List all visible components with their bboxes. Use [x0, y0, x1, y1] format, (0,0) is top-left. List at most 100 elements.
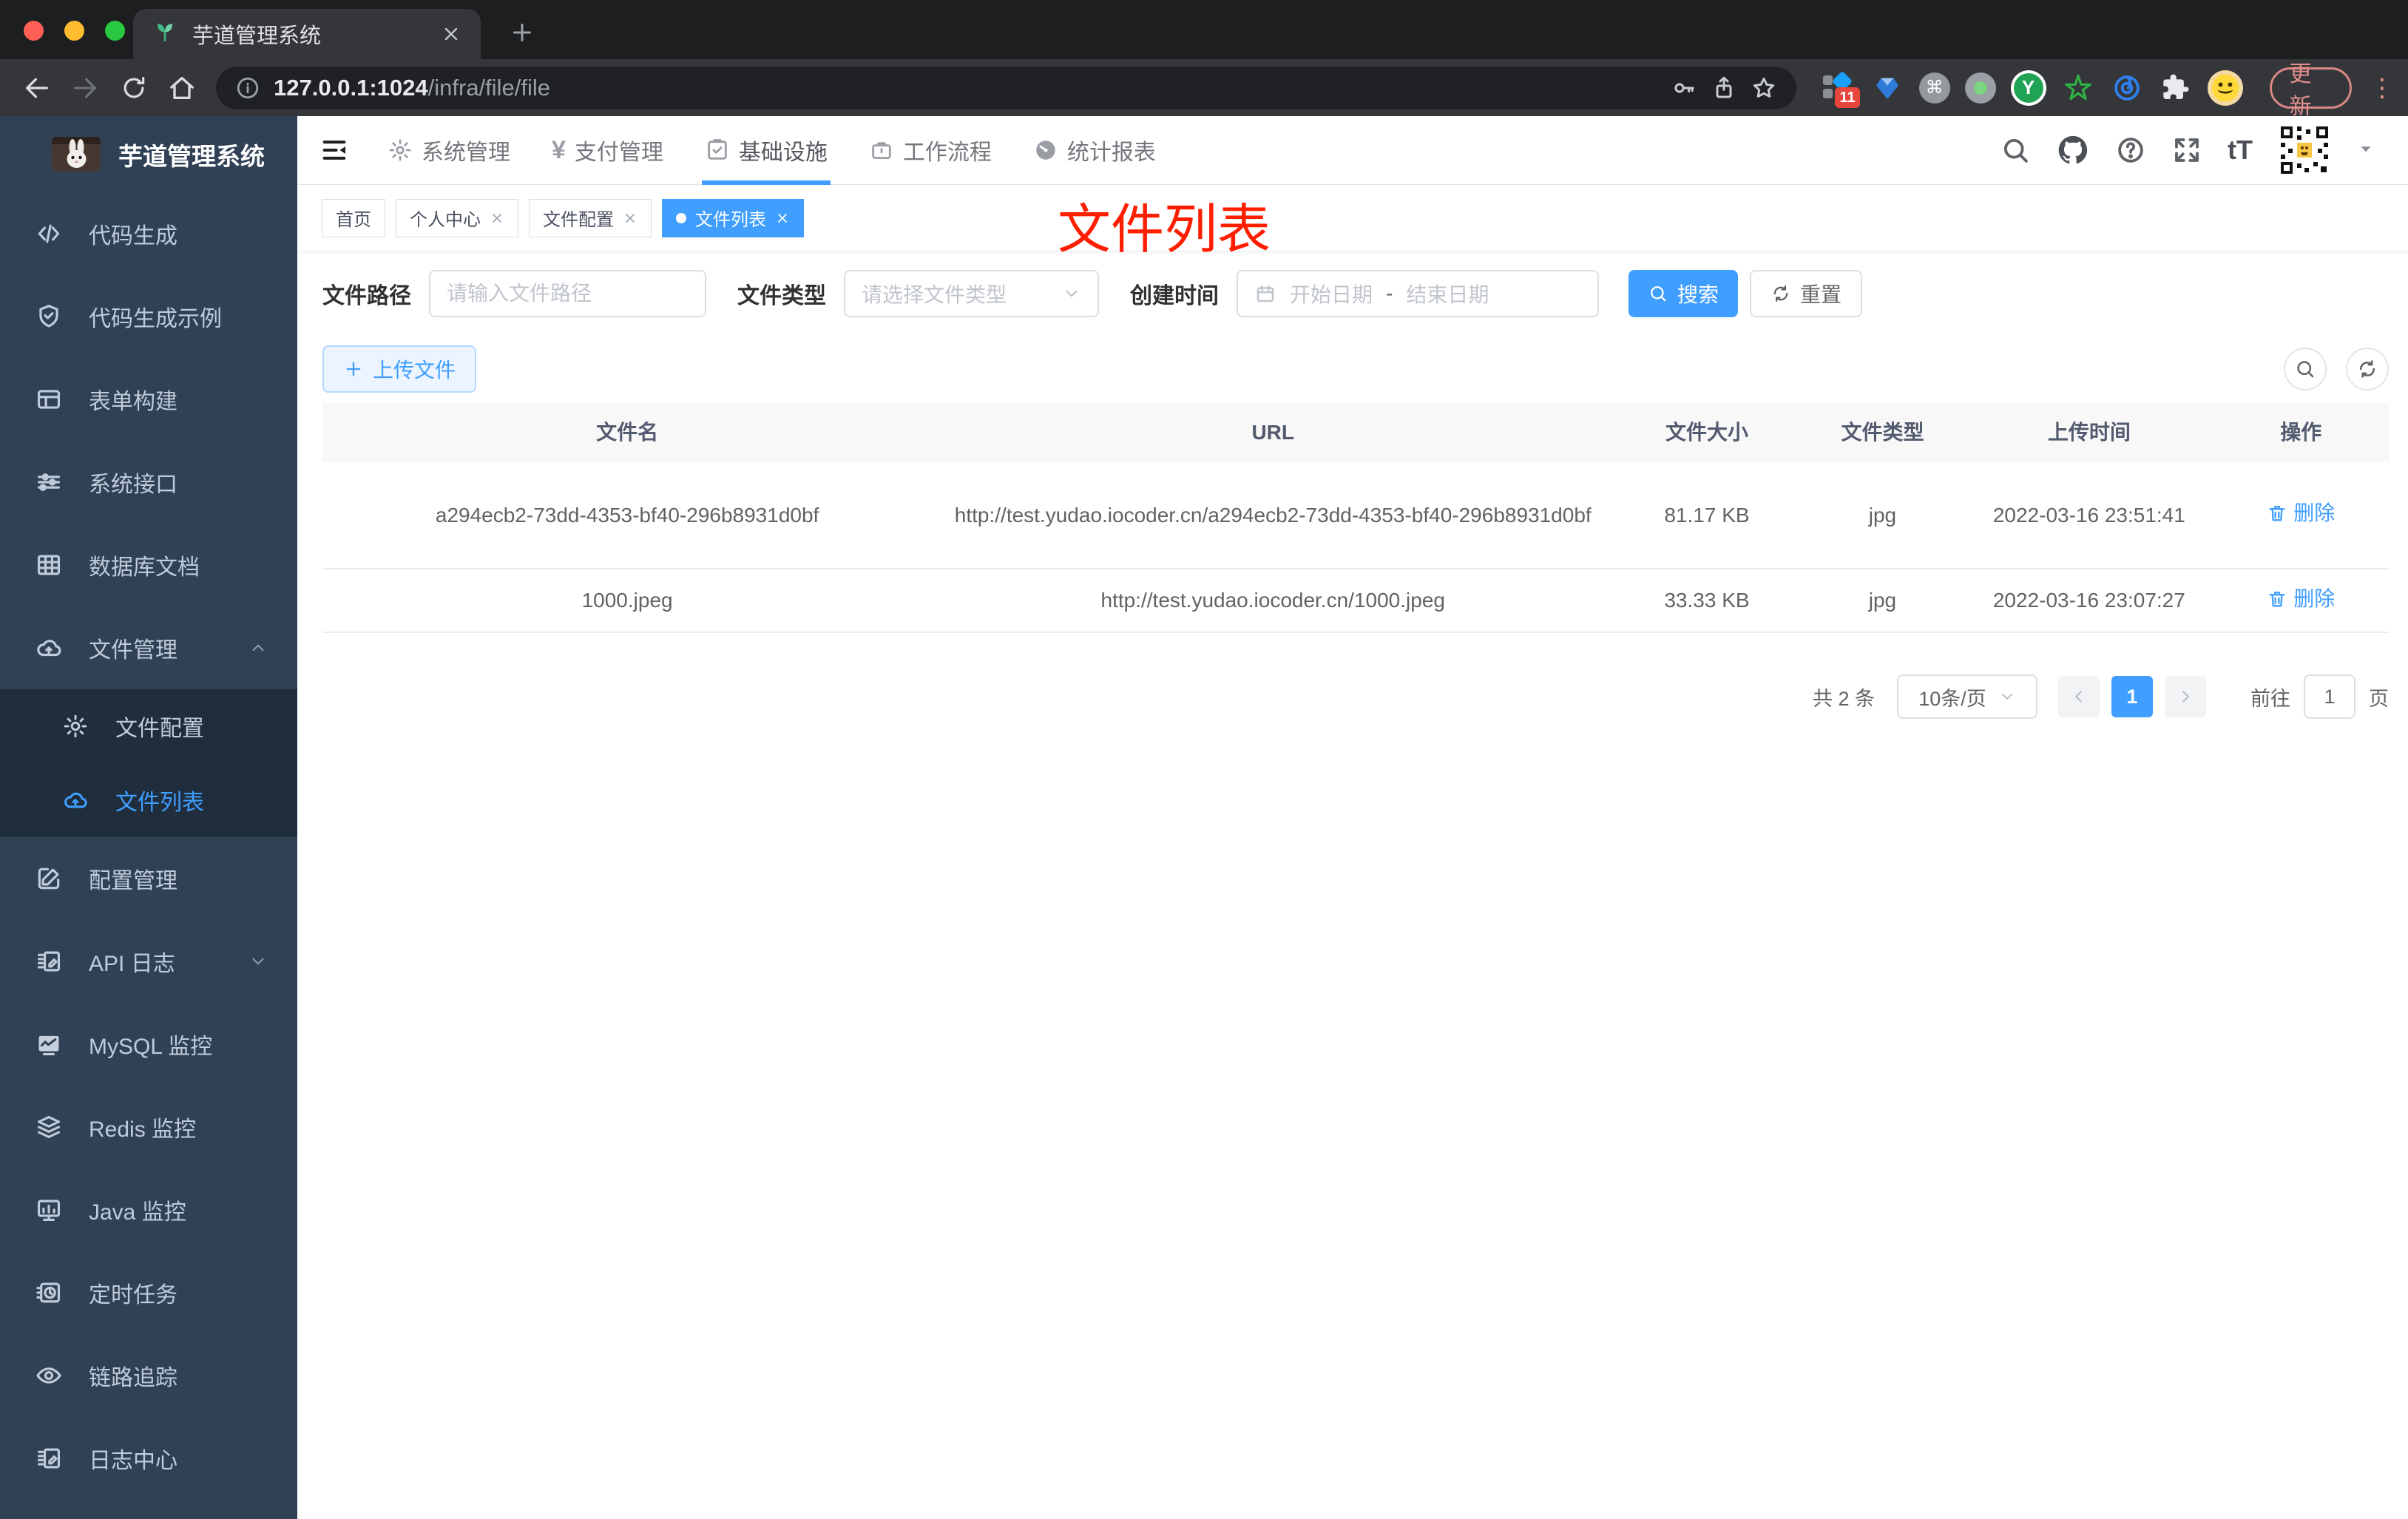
extension-command-icon[interactable]: ⌘ [1918, 72, 1950, 104]
topnav-workflow[interactable]: 工作流程 [869, 116, 992, 185]
log-edit-icon [34, 1444, 64, 1472]
new-tab-button[interactable] [501, 12, 543, 53]
sidebar-item-system-api[interactable]: 系统接口 [0, 441, 297, 524]
sidebar-item-code-demo[interactable]: 代码生成示例 [0, 275, 297, 358]
sidebar-item-file-config[interactable]: 文件配置 [0, 689, 297, 763]
reload-button[interactable] [113, 67, 155, 109]
sidebar-item-redis-monitor[interactable]: Redis 监控 [0, 1086, 297, 1168]
goto-page-input[interactable] [2304, 674, 2355, 719]
cloud-upload-icon [61, 787, 90, 813]
search-button[interactable]: 搜索 [1629, 270, 1739, 317]
date-range-picker[interactable]: 开始日期 - 结束日期 [1237, 270, 1599, 317]
url-path: /infra/file/file [427, 74, 551, 101]
upload-time-cell: 2022-03-16 23:07:27 [1992, 589, 2185, 612]
column-header: 文件类型 [1841, 421, 1924, 444]
tag-file-list[interactable]: 文件列表 [662, 198, 804, 237]
topnav-system[interactable]: 系统管理 [388, 116, 510, 185]
sidebar-item-mysql-monitor[interactable]: MySQL 监控 [0, 1003, 297, 1086]
browser-toolbar: 127.0.0.1:1024/infra/file/file 11 ⌘ Y 更新… [0, 59, 2408, 119]
sidebar-item-config-management[interactable]: 配置管理 [0, 837, 297, 920]
caret-down-icon[interactable] [2356, 139, 2375, 162]
github-icon[interactable] [2056, 133, 2090, 167]
extension-gem-icon[interactable] [1870, 71, 1904, 105]
sidebar-item-form-builder[interactable]: 表单构建 [0, 358, 297, 441]
current-page-button[interactable]: 1 [2111, 676, 2153, 717]
maximize-window-button[interactable] [105, 21, 125, 41]
chevron-down-icon [248, 952, 268, 971]
sidebar-item-scheduled-tasks[interactable]: 定时任务 [0, 1251, 297, 1334]
tag-close-icon[interactable] [775, 211, 790, 226]
tag-close-icon[interactable] [623, 211, 637, 226]
password-key-icon[interactable] [1671, 75, 1697, 101]
extension-puzzle-icon[interactable] [2159, 71, 2193, 105]
page-size-select[interactable]: 10条/页 [1897, 674, 2037, 719]
sidebar-item-file-list[interactable]: 文件列表 [0, 763, 297, 837]
topnav-reports[interactable]: 统计报表 [1033, 116, 1156, 185]
search-icon[interactable] [2000, 135, 2031, 166]
sidebar-item-tracing[interactable]: 链路追踪 [0, 1334, 297, 1417]
delete-button[interactable]: 删除 [2267, 582, 2335, 616]
tag-file-config[interactable]: 文件配置 [529, 198, 652, 237]
topnav-infrastructure[interactable]: 基础设施 [701, 116, 831, 185]
minimize-window-button[interactable] [64, 21, 84, 41]
sidebar-item-db-doc[interactable]: 数据库文档 [0, 524, 297, 606]
sidebar-item-api-log[interactable]: API 日志 [0, 920, 297, 1003]
upload-file-button[interactable]: 上传文件 [322, 345, 477, 393]
sidebar-logo[interactable]: 芋道管理系统 [0, 116, 297, 192]
table-header-row: 文件名 URL 文件大小 文件类型 上传时间 操作 [322, 403, 2389, 462]
extension-password-manager-icon[interactable]: 11 [1822, 70, 1860, 108]
monitor-icon [34, 1196, 64, 1224]
bookmark-star-icon[interactable] [1751, 75, 1777, 101]
range-separator: - [1386, 282, 1393, 305]
actions-cell: 删除 [2213, 582, 2388, 620]
forward-button[interactable] [65, 67, 106, 109]
start-date-placeholder: 开始日期 [1290, 283, 1373, 306]
eye-icon [34, 1361, 64, 1390]
font-size-icon[interactable]: tT [2228, 135, 2253, 166]
url-host: 127.0.0.1:1024 [274, 74, 428, 101]
share-icon[interactable] [1711, 75, 1737, 101]
help-icon[interactable] [2115, 135, 2146, 166]
home-button[interactable] [162, 67, 203, 109]
browser-menu-icon[interactable]: ⋮ [2370, 73, 2395, 103]
close-window-button[interactable] [24, 21, 44, 41]
sidebar-item-java-monitor[interactable]: Java 监控 [0, 1168, 297, 1251]
file-type-select[interactable]: 请选择文件类型 [844, 270, 1099, 317]
file-type-cell: jpg [1868, 503, 1897, 527]
tag-profile[interactable]: 个人中心 [396, 198, 518, 237]
tag-home[interactable]: 首页 [322, 198, 385, 237]
browser-tab[interactable]: 芋道管理系统 [133, 9, 481, 59]
fullscreen-icon[interactable] [2171, 135, 2202, 166]
menu-fold-icon[interactable] [319, 135, 349, 165]
sidebar-item-file-management[interactable]: 文件管理 [0, 606, 297, 689]
extension-bar: 11 ⌘ Y [1822, 70, 2243, 108]
file-path-input[interactable] [429, 270, 706, 317]
delete-button[interactable]: 删除 [2267, 496, 2335, 530]
tab-close-icon[interactable] [441, 24, 461, 44]
extension-star-icon[interactable] [2061, 71, 2095, 105]
prev-page-button[interactable] [2058, 676, 2100, 717]
reset-button[interactable]: 重置 [1750, 270, 1863, 317]
topnav-payment[interactable]: ¥ 支付管理 [552, 116, 663, 185]
toggle-search-button[interactable] [2284, 348, 2327, 390]
extension-y-icon[interactable]: Y [2010, 70, 2046, 106]
browser-update-button[interactable]: 更新 [2269, 62, 2353, 119]
next-page-button[interactable] [2165, 676, 2206, 717]
plus-icon [343, 359, 364, 379]
sidebar-item-log-center[interactable]: 日志中心 [0, 1417, 297, 1500]
site-info-icon[interactable] [235, 75, 260, 101]
avatar[interactable] [2278, 124, 2331, 177]
file-path-label: 文件路径 [322, 284, 411, 308]
extension-eye-icon[interactable] [2110, 71, 2144, 105]
back-button[interactable] [16, 67, 58, 109]
extension-camera-dot-icon[interactable] [1964, 72, 1996, 104]
refresh-table-button[interactable] [2346, 348, 2389, 390]
file-path-input-field[interactable] [447, 282, 689, 305]
sidebar-item-code-gen[interactable]: 代码生成 [0, 192, 297, 275]
column-header: 上传时间 [2047, 421, 2131, 444]
chevron-up-icon [248, 638, 268, 657]
address-bar[interactable]: 127.0.0.1:1024/infra/file/file [216, 66, 1796, 109]
file-name-cell: 1000.jpeg [581, 589, 673, 612]
extension-emoji-icon[interactable] [2207, 70, 2243, 106]
tag-close-icon[interactable] [490, 211, 504, 226]
